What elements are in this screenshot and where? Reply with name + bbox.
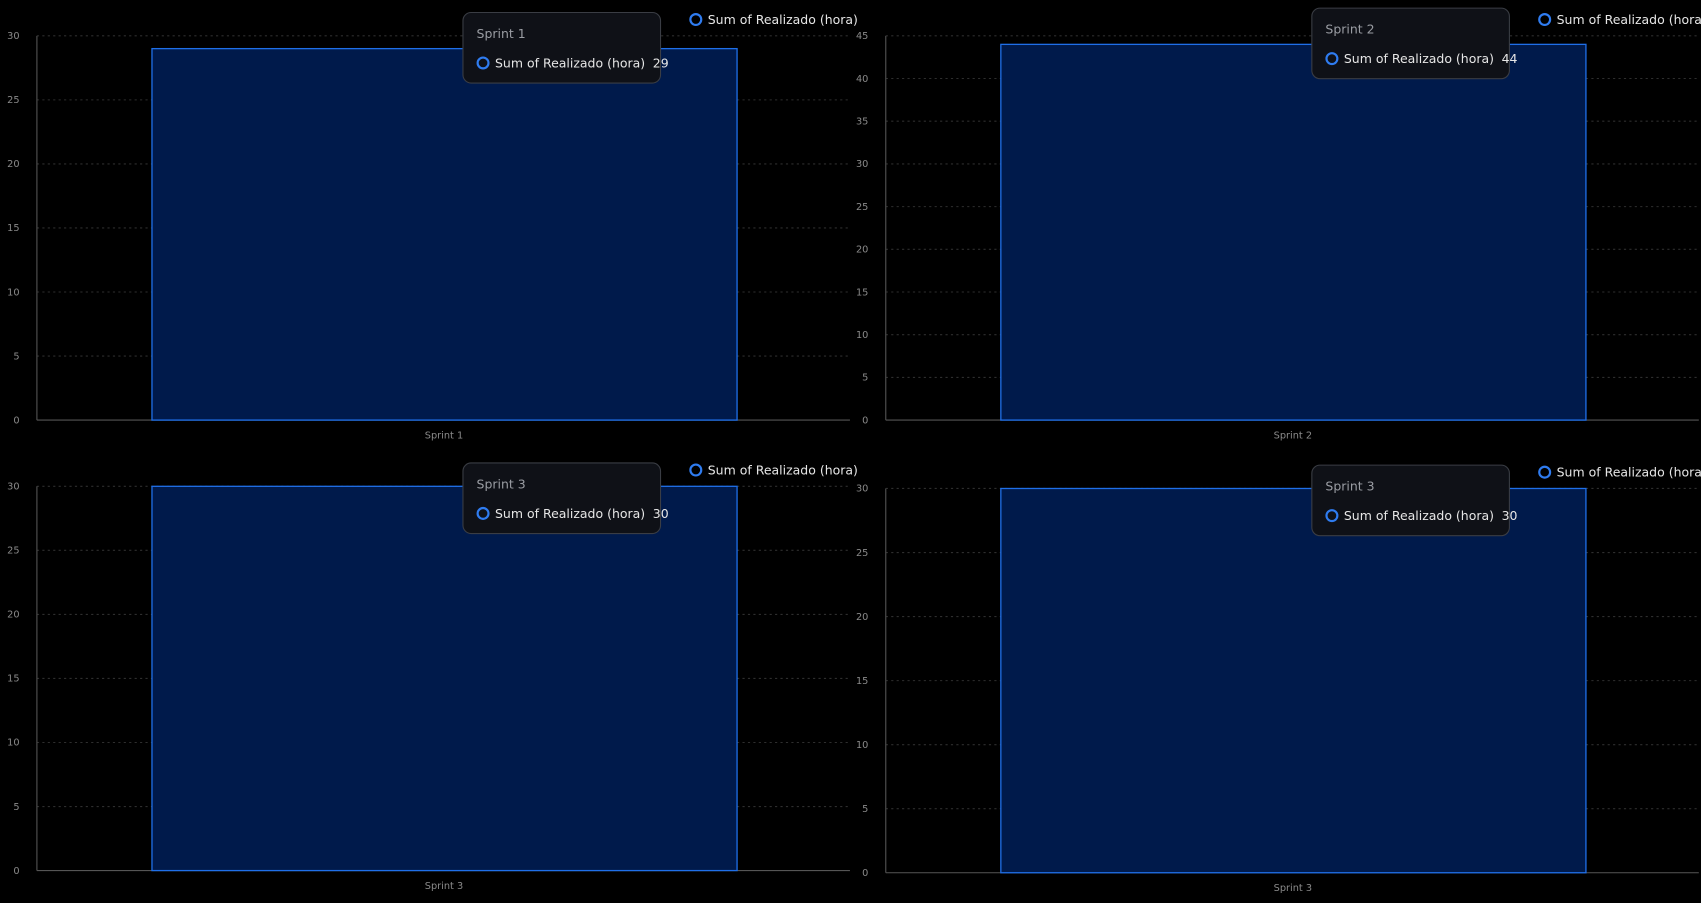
tooltip-value: 30 (1501, 508, 1518, 524)
y-tick-label: 15 (7, 223, 19, 234)
chart-panel-4: 0 5 10 15 20 25 30 Sprint 3 Sum of Realizado (ho… (849, 453, 1701, 903)
series-circle-icon (1325, 52, 1339, 66)
y-tick-label: 40 (856, 74, 868, 85)
y-tick-label: 45 (856, 31, 868, 42)
series-circle-icon (1538, 13, 1552, 27)
bar[interactable] (1000, 487, 1587, 874)
tooltip: Sprint 3 Sum of Realizado (hora) 30 (462, 462, 669, 535)
series-circle-icon (476, 506, 490, 520)
y-tick-label: 5 (862, 373, 868, 384)
legend-label: Sum of Realizado (hora) (1556, 464, 1701, 480)
legend-item[interactable]: Sum of Realizado (hora) (1538, 12, 1701, 27)
y-tick-label: 35 (856, 116, 868, 127)
y-tick-label: 10 (856, 330, 868, 341)
x-tick-label: Sprint 2 (1274, 431, 1312, 442)
tooltip: Sprint 1 Sum of Realizado (hora) 29 (462, 11, 669, 84)
y-tick-label: 20 (7, 159, 19, 170)
legend-item[interactable]: Sum of Realizado (hora) (1538, 465, 1701, 480)
y-tick-label: 5 (862, 804, 868, 815)
tooltip-row: Sum of Realizado (hora) 30 (1325, 508, 1518, 524)
y-tick-label: 25 (7, 95, 19, 106)
y-tick-label: 30 (856, 484, 868, 495)
y-tick-label: 15 (856, 287, 868, 298)
legend-label: Sum of Realizado (hora) (707, 462, 858, 478)
legend-label: Sum of Realizado (hora) (1556, 11, 1701, 28)
bar[interactable] (1000, 43, 1587, 421)
tooltip-series: Sum of Realizado (hora) (494, 55, 646, 71)
tooltip-title: Sprint 2 (1325, 21, 1375, 37)
y-tick-label: 0 (13, 866, 19, 877)
y-tick-label: 20 (7, 610, 19, 621)
tooltip-value: 30 (652, 505, 669, 522)
y-tick-label: 0 (862, 868, 868, 879)
tooltip: Sprint 2 Sum of Realizado (hora) 44 (1311, 7, 1518, 80)
tooltip-series: Sum of Realizado (hora) (1343, 51, 1495, 67)
tooltip-series: Sum of Realizado (hora) (1343, 508, 1495, 524)
bar[interactable] (151, 485, 738, 872)
y-tick-label: 20 (856, 245, 868, 256)
y-tick-label: 30 (7, 31, 19, 42)
bar-chart: 0 5 10 15 20 25 30 Sprint 1 (7, 31, 850, 442)
y-tick-label: 10 (7, 738, 19, 749)
y-tick-label: 10 (7, 287, 19, 298)
bar-chart: 0 5 10 15 20 25 30 35 40 45 Sprint 2 (856, 31, 1699, 442)
x-tick-label: Sprint 3 (425, 881, 463, 892)
bar-chart: 0 5 10 15 20 25 30 Sprint 3 (7, 482, 850, 892)
y-tick-label: 15 (7, 674, 19, 685)
tooltip-title: Sprint 1 (476, 26, 526, 42)
series-circle-icon (689, 463, 703, 477)
series-circle-icon (1325, 509, 1339, 523)
y-tick-label: 25 (7, 546, 19, 557)
x-tick-label: Sprint 1 (425, 431, 463, 442)
tooltip-row: Sum of Realizado (hora) 30 (476, 505, 669, 522)
legend-item[interactable]: Sum of Realizado (hora) (689, 462, 858, 478)
chart-panel-3: 0 5 10 15 20 25 30 Sprint 3 Sum of Realizado (ho… (0, 450, 858, 900)
y-tick-label: 30 (7, 482, 19, 493)
dashboard: 0 5 10 15 20 25 30 Sprint 1 Sum of Realizado (ho… (0, 0, 1701, 901)
legend-label: Sum of Realizado (hora) (707, 11, 858, 28)
y-tick-label: 5 (13, 351, 19, 362)
tooltip-value: 29 (652, 55, 669, 71)
chart-panel-2: 0 5 10 15 20 25 30 35 40 45 Sprint 2 Sum of Realiza… (849, 0, 1701, 450)
y-tick-label: 25 (856, 202, 868, 213)
y-tick-label: 10 (856, 740, 868, 751)
bar[interactable] (151, 47, 738, 421)
legend-item[interactable]: Sum of Realizado (hora) (689, 12, 858, 27)
chart-panel-1: 0 5 10 15 20 25 30 Sprint 1 Sum of Realizado (ho… (0, 0, 858, 450)
y-tick-label: 5 (13, 802, 19, 813)
y-tick-label: 20 (856, 612, 868, 623)
tooltip-row: Sum of Realizado (hora) 44 (1325, 51, 1518, 67)
y-tick-label: 0 (862, 415, 868, 426)
y-tick-label: 0 (13, 415, 19, 426)
tooltip-title: Sprint 3 (476, 476, 526, 492)
y-tick-label: 15 (856, 676, 868, 687)
series-circle-icon (689, 13, 703, 27)
tooltip-row: Sum of Realizado (hora) 29 (476, 55, 669, 71)
x-tick-label: Sprint 3 (1274, 883, 1312, 894)
bar-chart: 0 5 10 15 20 25 30 Sprint 3 (856, 484, 1699, 894)
tooltip-value: 44 (1501, 51, 1518, 67)
series-circle-icon (1538, 465, 1552, 479)
y-tick-label: 30 (856, 159, 868, 170)
series-circle-icon (476, 56, 490, 70)
tooltip: Sprint 3 Sum of Realizado (hora) 30 (1311, 464, 1518, 537)
tooltip-title: Sprint 3 (1325, 478, 1375, 494)
tooltip-series: Sum of Realizado (hora) (494, 505, 646, 522)
y-tick-label: 25 (856, 548, 868, 559)
